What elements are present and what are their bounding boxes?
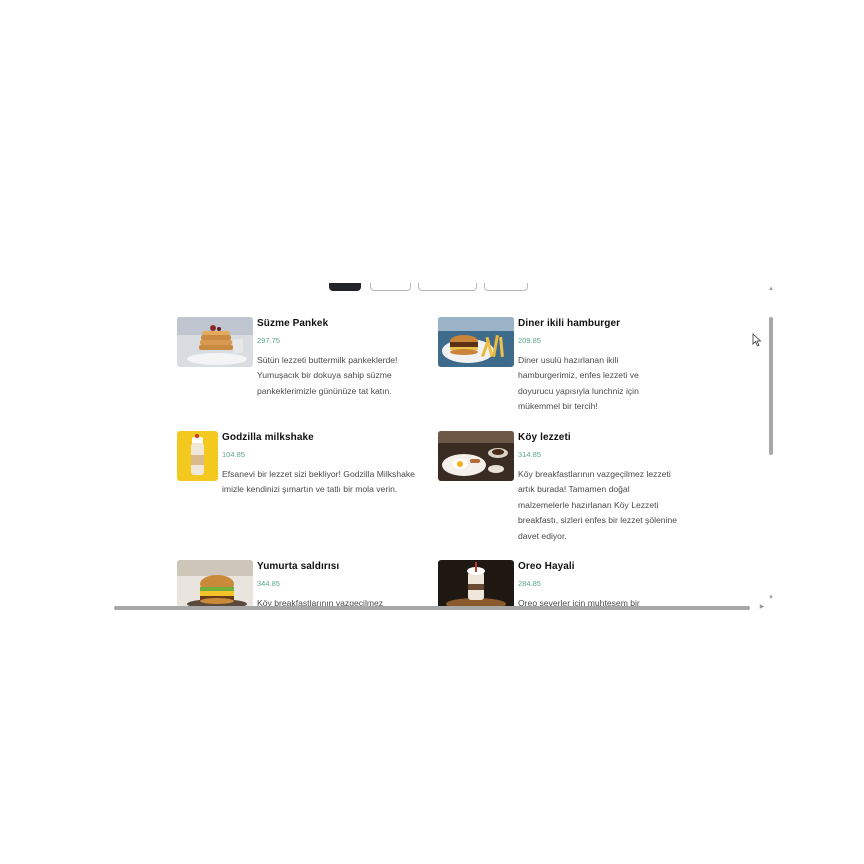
item-title: Oreo Hayali: [518, 561, 575, 572]
horizontal-scrollbar-thumb[interactable]: [114, 606, 750, 610]
egg-burger-image: [177, 560, 253, 610]
burger-and-fries-image: [438, 317, 514, 367]
vertical-scrollbar-thumb[interactable]: [769, 317, 773, 455]
item-description: Köy breakfastlarının vazgeçilmez lezzeti…: [518, 469, 678, 541]
menu-item: Oreo Hayali 284.85 Oreo severler için mu…: [438, 560, 683, 610]
filter-button-all[interactable]: [329, 283, 361, 291]
item-title: Yumurta saldırısı: [257, 561, 340, 572]
item-price: 209.85: [518, 336, 541, 345]
menu-item: Köy lezzeti 314.85 Köy breakfastlarının …: [438, 431, 683, 546]
menu-item: Süzme Pankek 297.75 Sütün lezzeti butter…: [177, 317, 422, 407]
item-description: Diner usulü hazırlanan ikili hamburgerim…: [518, 355, 639, 412]
breakfast-plate-image: [438, 431, 514, 481]
item-price: 314.85: [518, 450, 541, 459]
item-title: Godzilla milkshake: [222, 432, 314, 443]
item-description: Sütün lezzeti buttermilk pankeklerde! Yu…: [257, 355, 398, 396]
filter-button-shakes[interactable]: [484, 283, 528, 291]
scroll-right-arrow-icon[interactable]: ▶: [758, 603, 766, 611]
scroll-down-arrow-icon[interactable]: ▼: [767, 594, 775, 602]
filter-button-lunch[interactable]: [418, 283, 477, 291]
item-title: Süzme Pankek: [257, 318, 329, 329]
item-price: 297.75: [257, 336, 280, 345]
item-description: Efsanevi bir lezzet sizi bekliyor! Godzi…: [222, 469, 415, 495]
item-price: 104.85: [222, 450, 245, 459]
item-title: Köy lezzeti: [518, 432, 571, 443]
milkshake-image: [177, 431, 218, 481]
item-price: 344.85: [257, 579, 280, 588]
item-title: Diner ikili hamburger: [518, 318, 621, 329]
scroll-up-arrow-icon[interactable]: ▲: [767, 285, 775, 293]
menu-item: Yumurta saldırısı 344.85 Köy breakfastla…: [177, 560, 422, 610]
item-price: 284.85: [518, 579, 541, 588]
menu-item: Diner ikili hamburger 209.85 Diner usulü…: [438, 317, 683, 417]
pancake-stack-image: [177, 317, 253, 367]
oreo-shake-image: [438, 560, 514, 610]
mouse-pointer-icon: [752, 333, 762, 347]
filter-button-breakfast[interactable]: [370, 283, 411, 291]
menu-item: Godzilla milkshake 104.85 Efsanevi bir l…: [177, 431, 422, 521]
page: Süzme Pankek 297.75 Sütün lezzeti butter…: [0, 0, 864, 864]
menu-scroll-area[interactable]: Süzme Pankek 297.75 Sütün lezzeti butter…: [112, 283, 778, 610]
